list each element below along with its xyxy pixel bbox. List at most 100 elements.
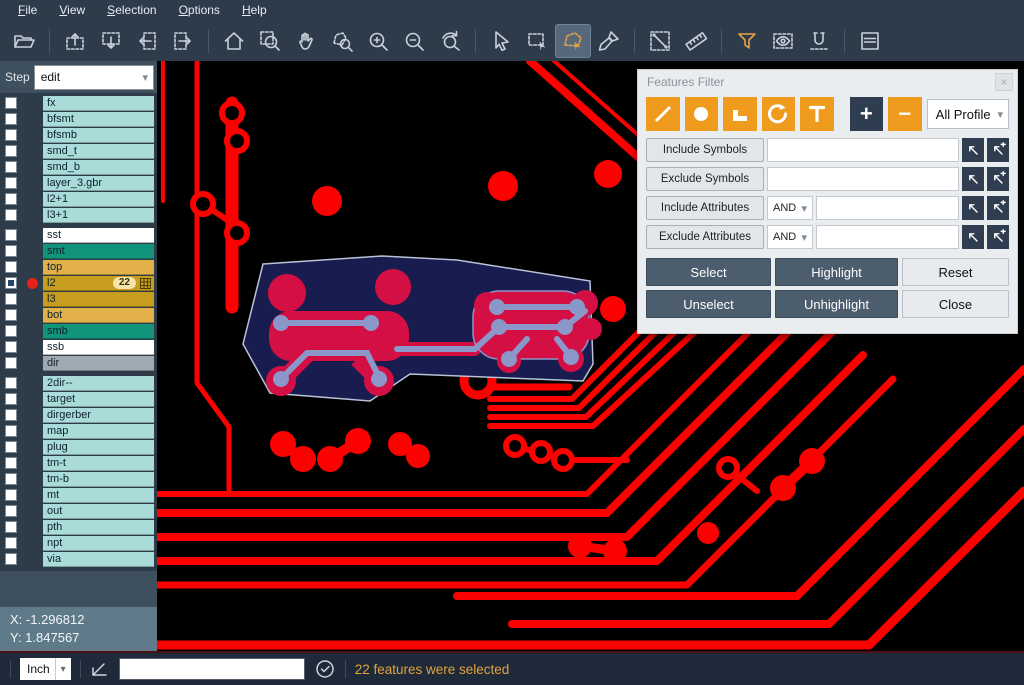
exclude-attributes-input[interactable] — [816, 225, 959, 249]
layer-checkbox[interactable] — [5, 409, 17, 421]
layer-name-bar[interactable]: fx — [43, 96, 154, 111]
layer-name-bar[interactable]: smd_b — [43, 160, 154, 175]
layer-row-fx[interactable]: fx — [0, 95, 157, 111]
include-attributes-button[interactable]: Include Attributes — [646, 196, 764, 220]
unit-select[interactable]: Inch ▾ — [20, 658, 71, 680]
layer-name-bar[interactable]: l3 — [43, 292, 154, 307]
text-filter-button[interactable] — [800, 97, 834, 131]
exclude-attributes-pick-add-button[interactable] — [987, 225, 1009, 249]
layer-checkbox[interactable] — [5, 309, 17, 321]
include-symbols-input[interactable] — [767, 138, 959, 162]
layer-row-pth[interactable]: pth — [0, 519, 157, 535]
tool-features-filter-button[interactable] — [729, 24, 765, 58]
tool-snap-button[interactable] — [801, 24, 837, 58]
pad-filter-button[interactable] — [685, 97, 719, 131]
layer-row-layer_3.gbr[interactable]: layer_3.gbr — [0, 175, 157, 191]
command-input[interactable] — [119, 658, 305, 680]
tool-show-layers-button[interactable] — [765, 24, 801, 58]
layer-row-top[interactable]: top — [0, 259, 157, 275]
menu-help[interactable]: Help — [232, 3, 277, 17]
layer-checkbox[interactable] — [5, 97, 17, 109]
layer-row-smd_t[interactable]: smd_t — [0, 143, 157, 159]
history-check-icon[interactable] — [314, 658, 336, 680]
add-filter-button[interactable]: + — [850, 97, 884, 131]
menu-selection[interactable]: Selection — [97, 3, 166, 17]
layer-checkbox[interactable] — [5, 357, 17, 369]
tool-zoom-in-button[interactable] — [360, 24, 396, 58]
layer-row-out[interactable]: out — [0, 503, 157, 519]
layer-name-bar[interactable]: ssb — [43, 340, 154, 355]
include-symbols-pick-add-button[interactable] — [987, 138, 1009, 162]
layer-checkbox[interactable] — [5, 277, 17, 289]
tool-clean-brush-button[interactable] — [591, 24, 627, 58]
layer-checkbox[interactable] — [5, 393, 17, 405]
unselect-button[interactable]: Unselect — [646, 290, 771, 318]
layer-checkbox[interactable] — [5, 261, 17, 273]
tool-select-polygon-button[interactable] — [555, 24, 591, 58]
layer-row-target[interactable]: target — [0, 391, 157, 407]
layer-checkbox[interactable] — [5, 505, 17, 517]
tool-layers-form-button[interactable] — [852, 24, 888, 58]
menu-file[interactable]: File — [8, 3, 47, 17]
layer-row-smb[interactable]: smb — [0, 323, 157, 339]
layer-name-bar[interactable]: bot — [43, 308, 154, 323]
pcb-canvas[interactable]: Features Filter × +−All Profile▾ Include… — [157, 61, 1024, 651]
layer-name-bar[interactable]: tm-t — [43, 456, 154, 471]
layer-name-bar[interactable]: target — [43, 392, 154, 407]
layer-name-bar[interactable]: mt — [43, 488, 154, 503]
layer-name-bar[interactable]: npt — [43, 536, 154, 551]
layer-checkbox[interactable] — [5, 245, 17, 257]
layer-row-via[interactable]: via — [0, 551, 157, 567]
exclude-attributes-and-select[interactable]: AND▾ — [767, 225, 813, 249]
layer-name-bar[interactable]: 2dir-- — [43, 376, 154, 391]
layer-checkbox[interactable] — [5, 209, 17, 221]
layer-checkbox[interactable] — [5, 129, 17, 141]
exclude-symbols-button[interactable]: Exclude Symbols — [646, 167, 764, 191]
layer-name-bar[interactable]: via — [43, 552, 154, 567]
select-button[interactable]: Select — [646, 258, 771, 286]
layer-name-bar[interactable]: smt — [43, 244, 154, 259]
layer-row-dir[interactable]: dir — [0, 355, 157, 371]
tool-select-rect-button[interactable] — [519, 24, 555, 58]
tool-ruler-button[interactable] — [678, 24, 714, 58]
layer-name-bar[interactable]: pth — [43, 520, 154, 535]
layer-row-bot[interactable]: bot — [0, 307, 157, 323]
remove-filter-button[interactable]: − — [888, 97, 922, 131]
layer-grid-button[interactable] — [140, 278, 151, 289]
highlight-button[interactable]: Highlight — [775, 258, 898, 286]
layer-checkbox[interactable] — [5, 425, 17, 437]
tool-zoom-previous-button[interactable] — [432, 24, 468, 58]
layer-checkbox[interactable] — [5, 341, 17, 353]
layer-row-l3[interactable]: l3 — [0, 291, 157, 307]
tool-import-bottom-button[interactable] — [93, 24, 129, 58]
layer-name-bar[interactable]: out — [43, 504, 154, 519]
layer-checkbox[interactable] — [5, 193, 17, 205]
layer-row-dirgerber[interactable]: dirgerber — [0, 407, 157, 423]
angle-mode-icon[interactable] — [90, 659, 110, 679]
layer-name-bar[interactable]: map — [43, 424, 154, 439]
layer-name-bar[interactable]: bfsmb — [43, 128, 154, 143]
layer-checkbox[interactable] — [5, 145, 17, 157]
layer-row-map[interactable]: map — [0, 423, 157, 439]
layer-checkbox[interactable] — [5, 521, 17, 533]
layer-checkbox[interactable] — [5, 293, 17, 305]
tool-home-view-button[interactable] — [216, 24, 252, 58]
close-icon[interactable]: × — [995, 73, 1013, 91]
unhighlight-button[interactable]: Unhighlight — [775, 290, 898, 318]
layer-checkbox[interactable] — [5, 377, 17, 389]
exclude-symbols-pick-button[interactable] — [962, 167, 984, 191]
tool-import-right-button[interactable] — [165, 24, 201, 58]
layer-name-bar[interactable]: dir — [43, 356, 154, 371]
layer-checkbox[interactable] — [5, 489, 17, 501]
menu-view[interactable]: View — [49, 3, 95, 17]
layer-name-bar[interactable]: smd_t — [43, 144, 154, 159]
layer-row-tm-b[interactable]: tm-b — [0, 471, 157, 487]
layer-row-plug[interactable]: plug — [0, 439, 157, 455]
layer-name-bar[interactable]: tm-b — [43, 472, 154, 487]
include-attributes-pick-button[interactable] — [962, 196, 984, 220]
layer-row-l2+1[interactable]: l2+1 — [0, 191, 157, 207]
layer-row-bfsmt[interactable]: bfsmt — [0, 111, 157, 127]
layer-row-tm-t[interactable]: tm-t — [0, 455, 157, 471]
layer-checkbox[interactable] — [5, 441, 17, 453]
tool-select-cursor-button[interactable] — [483, 24, 519, 58]
